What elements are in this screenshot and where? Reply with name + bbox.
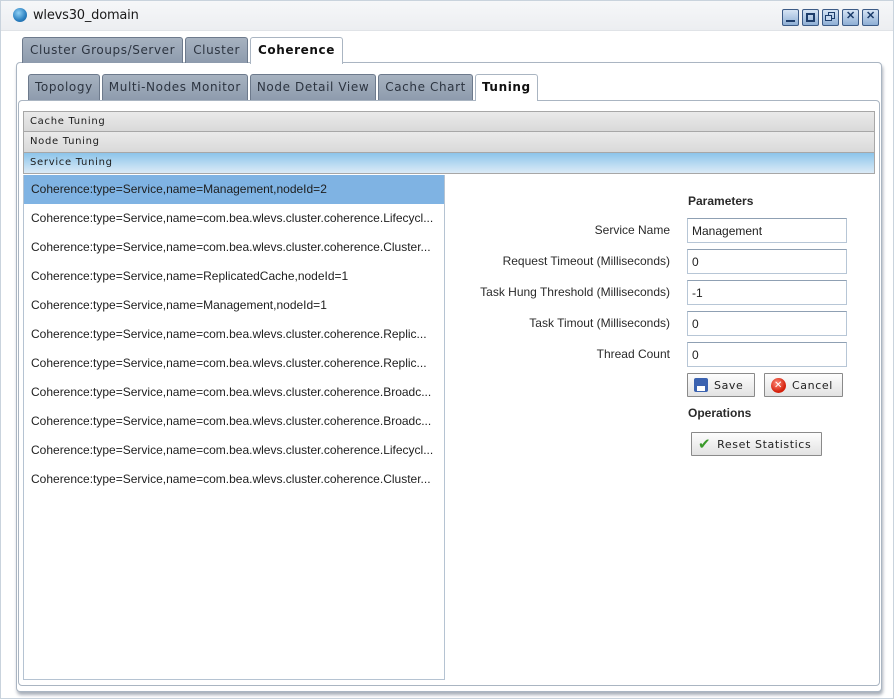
thread-count-row: Thread Count — [445, 342, 875, 368]
minimize-icon — [786, 13, 795, 22]
list-item[interactable]: Coherence:type=Service,name=com.bea.wlev… — [24, 378, 444, 407]
thread-count-input[interactable] — [687, 342, 847, 367]
maximize-icon — [806, 13, 815, 22]
save-label: Save — [714, 378, 744, 392]
service-name-input[interactable] — [687, 218, 847, 243]
title-bar[interactable]: wlevs30_domain ✕ ✕ — [1, 1, 893, 31]
parameters-heading: Parameters — [688, 194, 754, 208]
list-item[interactable]: Coherence:type=Service,name=com.bea.wlev… — [24, 465, 444, 494]
accordion-node-tuning[interactable]: Node Tuning — [23, 132, 875, 153]
tab-tuning[interactable]: Tuning — [474, 74, 538, 101]
list-item[interactable]: Coherence:type=Service,name=com.bea.wlev… — [24, 320, 444, 349]
list-item[interactable]: Coherence:type=Service,name=Management,n… — [24, 175, 444, 204]
service-name-label: Service Name — [594, 223, 670, 237]
cancel-icon: ✕ — [771, 377, 786, 393]
task-hung-threshold-label: Task Hung Threshold (Milliseconds) — [480, 285, 670, 299]
task-hung-threshold-input[interactable] — [687, 280, 847, 305]
window-title: wlevs30_domain — [33, 8, 139, 23]
checkmark-icon: ✔ — [698, 435, 712, 453]
tab-cluster-groups-server[interactable]: Cluster Groups/Server — [22, 37, 184, 63]
list-item[interactable]: Coherence:type=Service,name=ReplicatedCa… — [24, 262, 444, 291]
cancel-button[interactable]: ✕ Cancel — [764, 373, 843, 397]
tab-coherence[interactable]: Coherence — [249, 37, 343, 64]
request-timeout-label: Request Timeout (Milliseconds) — [502, 254, 670, 268]
list-item[interactable]: Coherence:type=Service,name=com.bea.wlev… — [24, 349, 444, 378]
parameters-form: Parameters Service Name Request Timeout … — [445, 175, 875, 680]
tab-node-detail-view[interactable]: Node Detail View — [249, 74, 377, 100]
close-icon: ✕ — [866, 10, 876, 22]
tab-topology[interactable]: Topology — [28, 74, 100, 100]
task-timeout-row: Task Timout (Milliseconds) — [445, 311, 875, 337]
operations-heading: Operations — [688, 406, 752, 420]
service-name-row: Service Name — [445, 218, 875, 244]
list-item[interactable]: Coherence:type=Service,name=com.bea.wlev… — [24, 204, 444, 233]
outer-tab-bar: Cluster Groups/Server Cluster Coherence — [22, 37, 343, 64]
list-item[interactable]: Coherence:type=Service,name=com.bea.wlev… — [24, 407, 444, 436]
close-button[interactable]: ✕ — [862, 9, 879, 26]
save-icon — [694, 378, 708, 392]
accordion-service-tuning[interactable]: Service Tuning — [23, 153, 875, 174]
globe-icon — [13, 8, 27, 22]
inner-tab-bar: Topology Multi-Nodes Monitor Node Detail… — [28, 74, 538, 101]
request-timeout-row: Request Timeout (Milliseconds) — [445, 249, 875, 275]
close-all-icon: ✕ — [846, 10, 856, 22]
tab-cluster[interactable]: Cluster — [185, 37, 248, 63]
reset-statistics-button[interactable]: ✔ Reset Statistics — [691, 432, 822, 456]
request-timeout-input[interactable] — [687, 249, 847, 274]
service-list[interactable]: Coherence:type=Service,name=Management,n… — [23, 175, 445, 680]
window-controls: ✕ ✕ — [782, 9, 879, 26]
accordion-cache-tuning[interactable]: Cache Tuning — [23, 111, 875, 132]
list-item[interactable]: Coherence:type=Service,name=Management,n… — [24, 291, 444, 320]
task-timeout-input[interactable] — [687, 311, 847, 336]
tuning-accordion: Cache Tuning Node Tuning Service Tuning — [23, 111, 875, 174]
save-button[interactable]: Save — [687, 373, 755, 397]
reset-statistics-label: Reset Statistics — [717, 437, 812, 451]
close-all-button[interactable]: ✕ — [842, 9, 859, 26]
cancel-label: Cancel — [792, 378, 833, 392]
maximize-button[interactable] — [802, 9, 819, 26]
thread-count-label: Thread Count — [596, 347, 670, 361]
tab-multi-nodes-monitor[interactable]: Multi-Nodes Monitor — [101, 74, 248, 100]
restore-button[interactable] — [822, 9, 839, 26]
minimize-button[interactable] — [782, 9, 799, 26]
application-window: wlevs30_domain ✕ ✕ Cluster Groups/Server… — [0, 0, 894, 699]
task-timeout-label: Task Timout (Milliseconds) — [529, 316, 670, 330]
list-item[interactable]: Coherence:type=Service,name=com.bea.wlev… — [24, 233, 444, 262]
task-hung-threshold-row: Task Hung Threshold (Milliseconds) — [445, 280, 875, 306]
list-item[interactable]: Coherence:type=Service,name=com.bea.wlev… — [24, 436, 444, 465]
tab-cache-chart[interactable]: Cache Chart — [378, 74, 473, 100]
